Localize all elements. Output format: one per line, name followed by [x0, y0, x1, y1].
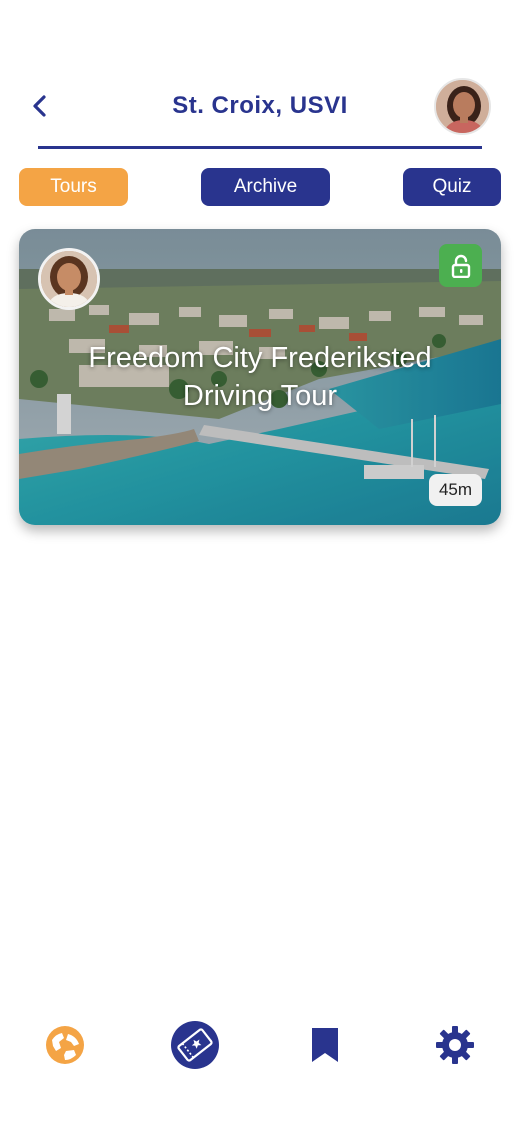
guide-avatar-image — [436, 80, 489, 133]
nav-tours[interactable] — [169, 1019, 221, 1071]
tab-tours[interactable]: Tours — [19, 168, 128, 206]
nav-bookmarks[interactable] — [299, 1019, 351, 1071]
tour-card[interactable]: Freedom City Frederiksted Driving Tour 4… — [19, 229, 501, 525]
unlock-badge — [439, 244, 482, 287]
bookmark-icon — [312, 1028, 338, 1062]
unlocked-icon — [451, 254, 470, 278]
gear-icon — [436, 1026, 474, 1064]
ticket-icon — [171, 1021, 219, 1069]
tours-screen: St. Croix, USVI Tours Archive Quiz Freed… — [0, 0, 520, 1130]
avatar[interactable] — [434, 78, 491, 135]
tab-quiz[interactable]: Quiz — [403, 168, 501, 206]
header-divider — [38, 146, 482, 149]
tour-guide-avatar-image — [41, 251, 97, 307]
tab-archive[interactable]: Archive — [201, 168, 330, 206]
duration-badge: 45m — [429, 474, 482, 506]
tour-title: Freedom City Frederiksted Driving Tour — [88, 342, 432, 412]
nav-explore[interactable] — [39, 1019, 91, 1071]
globe-icon — [46, 1026, 84, 1064]
nav-settings[interactable] — [429, 1019, 481, 1071]
tour-guide-avatar — [38, 248, 100, 310]
